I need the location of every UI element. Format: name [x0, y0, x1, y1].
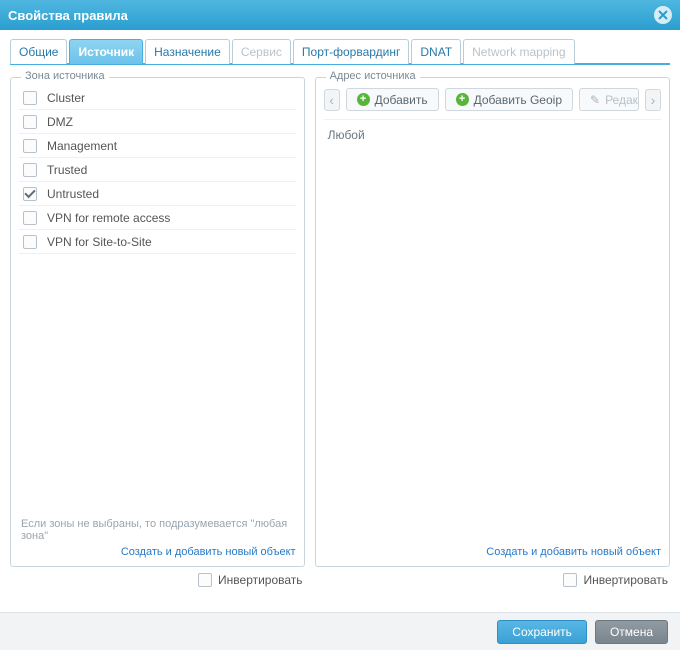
chevron-left-icon: ‹ [329, 92, 334, 108]
add-geoip-button-label: Добавить Geoip [474, 93, 562, 107]
zone-row[interactable]: VPN for Site-to-Site [19, 230, 296, 254]
address-toolbar: ‹ + Добавить + Добавить Geoip ✎ Редакт [324, 86, 661, 120]
cancel-button[interactable]: Отмена [595, 620, 668, 644]
zone-panel: Зона источника ClusterDMZManagementTrust… [10, 77, 305, 587]
zone-create-link[interactable]: Создать и добавить новый объект [19, 546, 296, 558]
add-button-label: Добавить [375, 93, 428, 107]
zone-invert-row: Инвертировать [10, 567, 305, 587]
zone-label: Trusted [47, 163, 87, 177]
zone-legend: Зона источника [21, 70, 109, 82]
toolbar-scroll-left-button[interactable]: ‹ [324, 89, 340, 111]
address-invert-row: Инвертировать [315, 567, 670, 587]
tab-6: Network mapping [463, 39, 574, 64]
zone-hint: Если зоны не выбраны, то подразумевается… [19, 514, 296, 546]
zone-row[interactable]: Management [19, 134, 296, 158]
tab-3: Сервис [232, 39, 291, 64]
add-button[interactable]: + Добавить [346, 88, 439, 111]
window-title: Свойства правила [8, 8, 128, 23]
address-list[interactable]: Любой [324, 120, 661, 546]
zone-row[interactable]: Untrusted [19, 182, 296, 206]
tab-0[interactable]: Общие [10, 39, 67, 64]
zone-checkbox[interactable] [23, 163, 37, 177]
save-button[interactable]: Сохранить [497, 620, 587, 644]
zone-checkbox[interactable] [23, 91, 37, 105]
zone-label: VPN for Site-to-Site [47, 235, 152, 249]
add-geoip-button[interactable]: + Добавить Geoip [445, 88, 573, 111]
address-empty-text: Любой [328, 128, 365, 142]
chevron-right-icon: › [651, 92, 656, 108]
edit-button-label: Редактировать [605, 93, 639, 107]
address-invert-checkbox[interactable] [563, 573, 577, 587]
tabstrip: ОбщиеИсточникНазначениеСервисПорт-форвар… [10, 38, 670, 65]
address-fieldset: Адрес источника ‹ + Добавить + Добавить … [315, 77, 670, 567]
tab-5[interactable]: DNAT [411, 39, 461, 64]
tab-2[interactable]: Назначение [145, 39, 230, 64]
tab-4[interactable]: Порт-форвардинг [293, 39, 409, 64]
zone-row[interactable]: Cluster [19, 86, 296, 110]
tab-content: Зона источника Cluster DMZ Management Trust… [10, 65, 670, 587]
address-invert-label: Инвертировать [583, 573, 668, 587]
zone-row[interactable]: DMZ [19, 110, 296, 134]
plus-icon: + [357, 93, 370, 106]
zone-checkbox[interactable] [23, 235, 37, 249]
zone-list[interactable]: Cluster DMZ Management Trusted Untrusted VPN … [19, 86, 296, 514]
plus-icon: + [456, 93, 469, 106]
address-legend: Адрес источника [326, 70, 420, 82]
dialog-window: Свойства правила ОбщиеИсточникНазначение… [0, 0, 680, 650]
zone-checkbox[interactable] [23, 115, 37, 129]
address-panel: Адрес источника ‹ + Добавить + Добавить … [315, 77, 670, 587]
zone-checkbox[interactable] [23, 139, 37, 153]
zone-label: VPN for remote access [47, 211, 170, 225]
zone-label: Management [47, 139, 117, 153]
toolbar-scroll-right-button[interactable]: › [645, 89, 661, 111]
zone-label: Untrusted [47, 187, 99, 201]
close-button[interactable] [654, 6, 672, 24]
zone-checkbox[interactable] [23, 211, 37, 225]
zone-label: DMZ [47, 115, 73, 129]
zone-row[interactable]: VPN for remote access [19, 206, 296, 230]
tab-1[interactable]: Источник [69, 39, 143, 64]
dialog-body: ОбщиеИсточникНазначениеСервисПорт-форвар… [0, 30, 680, 587]
zone-checkbox[interactable] [23, 187, 37, 201]
dialog-footer: Сохранить Отмена [0, 612, 680, 650]
edit-button[interactable]: ✎ Редактировать [579, 88, 639, 111]
zone-fieldset: Зона источника ClusterDMZManagementTrust… [10, 77, 305, 567]
address-create-link[interactable]: Создать и добавить новый объект [324, 546, 661, 558]
zone-row[interactable]: Trusted [19, 158, 296, 182]
pencil-icon: ✎ [590, 93, 600, 107]
close-icon [658, 10, 668, 20]
zone-invert-label: Инвертировать [218, 573, 303, 587]
zone-invert-checkbox[interactable] [198, 573, 212, 587]
zone-label: Cluster [47, 91, 85, 105]
titlebar: Свойства правила [0, 0, 680, 30]
